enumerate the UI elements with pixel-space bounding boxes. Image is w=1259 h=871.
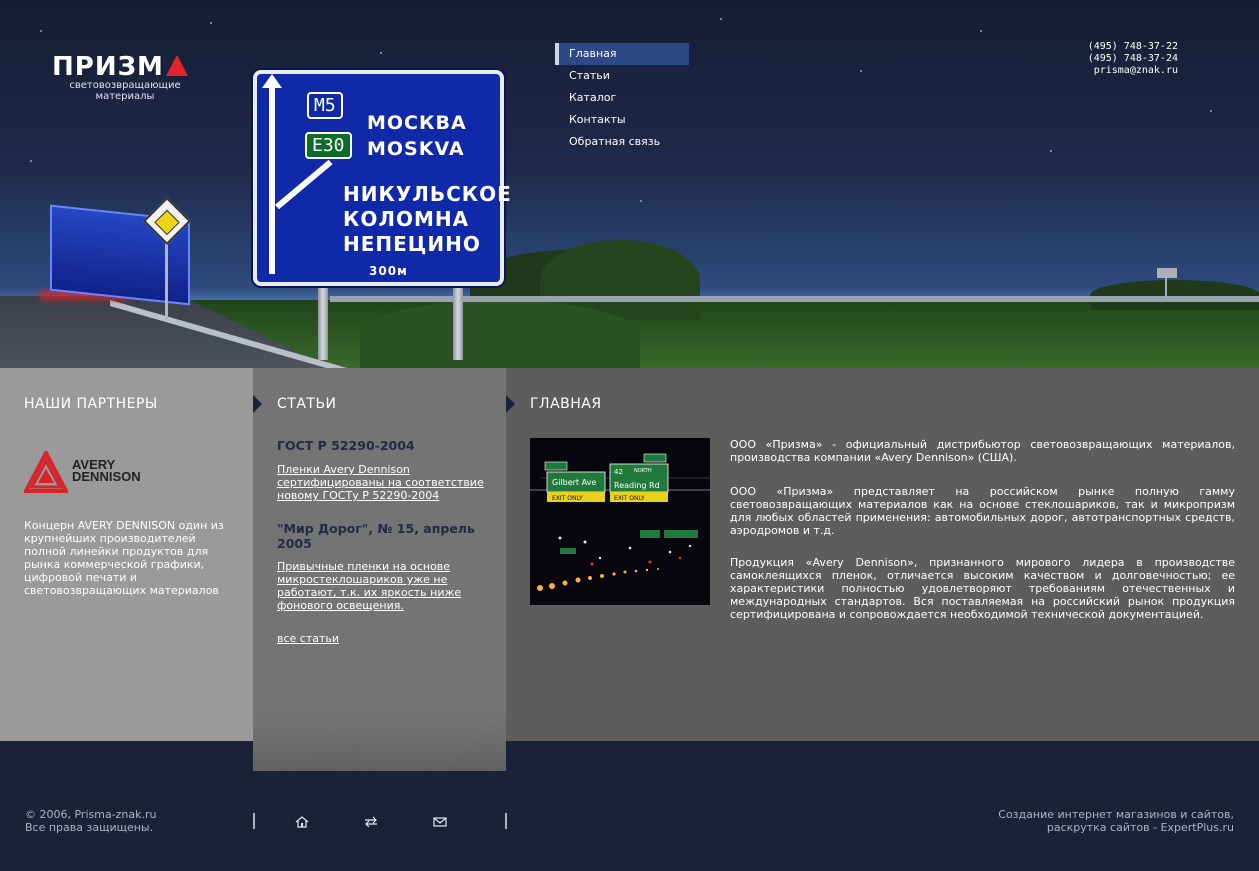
footer-divider <box>253 813 255 829</box>
articles-column: СТАТЬИ ГОСТ Р 52290-2004 Пленки Avery De… <box>253 368 506 771</box>
section-marker-icon <box>506 395 515 413</box>
credits-link[interactable]: раскрутка сайтов - ExpertPlus.ru <box>998 821 1234 834</box>
route-m5-badge: M5 <box>307 92 343 119</box>
footer-credits: Создание интернет магазинов и сайтов, ра… <box>998 808 1234 834</box>
footer-divider <box>505 813 507 829</box>
main-title: ГЛАВНАЯ <box>530 396 602 412</box>
avery-dennison-logo[interactable]: AVERY DENNISON <box>22 448 154 493</box>
header-contacts: (495) 748-37-22 (495) 748-37-24 prisma@z… <box>1088 41 1178 77</box>
partners-column: НАШИ ПАРТНЕРЫ AVERY DENNISON Концерн AVE… <box>0 368 253 741</box>
highway-direction-sign: M5 E30 МОСКВА MOSKVA НИКУЛЬСКОЕ КОЛОМНА … <box>253 70 511 286</box>
route-e30-badge: E30 <box>305 132 352 159</box>
main-paragraph: ООО «Призма» представляет на российском … <box>730 485 1235 537</box>
svg-text:EXIT ONLY: EXIT ONLY <box>614 495 645 502</box>
nav-item-feedback[interactable]: Обратная связь <box>555 131 689 153</box>
section-marker-icon <box>253 395 262 413</box>
email-link[interactable]: prisma@znak.ru <box>1088 65 1178 77</box>
mail-icon[interactable] <box>433 813 447 827</box>
phone-2: (495) 748-37-24 <box>1087 53 1178 64</box>
sign-city-en: MOSKVA <box>367 138 465 160</box>
phone-1: (495) 748-37-22 <box>1087 41 1178 52</box>
arrow-up-icon <box>262 74 282 274</box>
site-logo[interactable]: ПРИЗМ <box>52 52 188 82</box>
svg-text:NORTH: NORTH <box>634 468 652 474</box>
svg-text:42: 42 <box>614 468 623 476</box>
main-paragraph: ООО «Призма» - официальный дистрибьютор … <box>730 438 1235 464</box>
nav-item-articles[interactable]: Статьи <box>555 65 689 87</box>
logo-subtitle: световозвращающие материалы <box>69 80 181 102</box>
partners-description: Концерн AVERY DENNISON один из крупнейши… <box>24 519 224 597</box>
all-articles-link[interactable]: все статьи <box>277 632 339 645</box>
home-icon[interactable] <box>295 813 309 828</box>
article-heading: "Мир Дорог", № 15, апрель 2005 <box>277 521 475 551</box>
partners-title: НАШИ ПАРТНЕРЫ <box>24 396 158 412</box>
guardrail <box>330 296 1259 302</box>
avery-triangle-icon <box>22 448 70 493</box>
highway-night-photo: Gilbert Ave EXIT ONLY 42 NORTH Reading R… <box>530 438 710 605</box>
distant-sign <box>1157 268 1177 298</box>
main-column: ГЛАВНАЯ Gilbert Ave EXIT ONLY 42 NORTH R… <box>506 368 1259 741</box>
sign-dest-2: КОЛОМНА <box>343 207 470 231</box>
article-link[interactable]: Пленки Avery Dennison сертифицированы на… <box>277 463 492 502</box>
logo-text: ПРИЗМ <box>52 52 164 82</box>
sign-city-ru: МОСКВА <box>367 112 467 134</box>
footer-copyright: © 2006, Prisma-znak.ru Все права защищен… <box>25 808 157 834</box>
arrow-diagonal-icon <box>275 159 333 210</box>
svg-text:Reading Rd: Reading Rd <box>614 481 660 490</box>
nav-item-catalog[interactable]: Каталог <box>555 87 689 109</box>
sign-dest-1: НИКУЛЬСКОЕ <box>343 182 512 206</box>
sitemap-icon[interactable] <box>364 813 378 828</box>
nav-item-contacts[interactable]: Контакты <box>555 109 689 131</box>
main-nav: Главная Статьи Каталог Контакты Обратная… <box>555 43 689 153</box>
svg-text:EXIT ONLY: EXIT ONLY <box>552 495 583 502</box>
article-link[interactable]: Привычные пленки на основе микростеклоша… <box>277 560 492 612</box>
articles-title: СТАТЬИ <box>277 396 337 412</box>
logo-triangle-icon <box>165 55 188 76</box>
sign-distance: 300м <box>369 264 408 278</box>
main-paragraph: Продукция «Avery Dennison», признанного … <box>730 556 1235 621</box>
svg-text:Gilbert Ave: Gilbert Ave <box>552 478 596 487</box>
sign-dest-3: НЕПЕЦИНО <box>343 232 481 256</box>
article-heading: ГОСТ Р 52290-2004 <box>277 438 415 453</box>
nav-item-home[interactable]: Главная <box>555 43 689 65</box>
